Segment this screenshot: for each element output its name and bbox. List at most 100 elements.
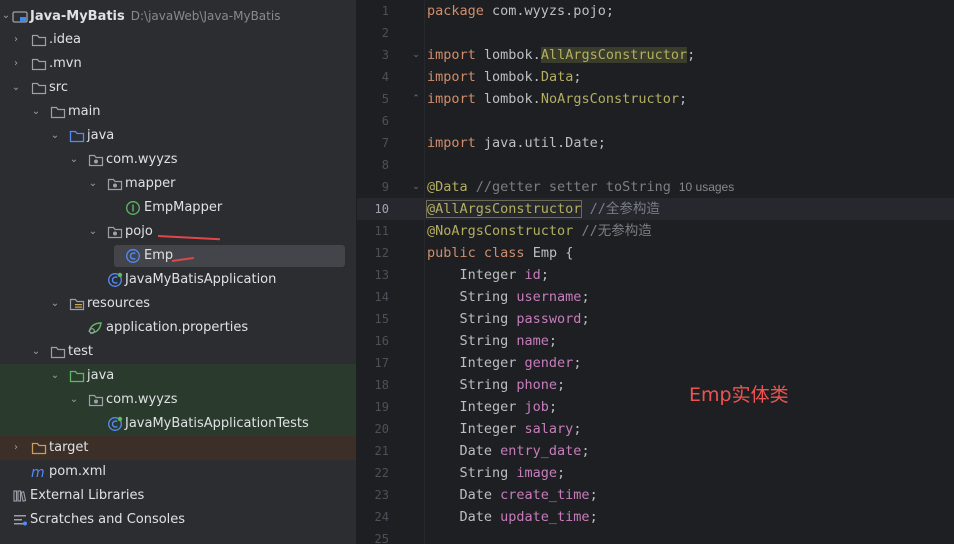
tree-row-pojo[interactable]: ⌄ pojo [0, 220, 356, 244]
chevron-down-icon[interactable]: ⌄ [87, 172, 99, 196]
code-line[interactable]: 1 package com.wyyzs.pojo; [357, 0, 954, 22]
code-line[interactable]: 15 String password; [357, 308, 954, 330]
chevron-down-icon[interactable]: ⌄ [49, 124, 61, 148]
tree-row-scratches[interactable]: Scratches and Consoles [0, 508, 356, 532]
class-icon [125, 248, 141, 264]
tree-item-label: test [68, 344, 93, 359]
fold-collapse-icon[interactable]: ⌄ [410, 44, 422, 66]
tree-row-java-sources[interactable]: ⌄ java [0, 124, 356, 148]
code-line[interactable]: 14 String username; [357, 286, 954, 308]
tree-row-mvn[interactable]: › .mvn [0, 52, 356, 76]
tree-row-application[interactable]: JavaMyBatisApplication [0, 268, 356, 292]
line-number: 3 [381, 48, 389, 62]
tree-row-package[interactable]: ⌄ com.wyyzs [0, 148, 356, 172]
code-text: import lombok.NoArgsConstructor; [427, 91, 688, 107]
chevron-down-icon[interactable]: ⌄ [49, 364, 61, 388]
chevron-right-icon[interactable]: › [10, 28, 22, 52]
code-line[interactable]: 13 Integer id; [357, 264, 954, 286]
line-number: 1 [381, 4, 389, 18]
chevron-down-icon[interactable]: ⌄ [49, 292, 61, 316]
chevron-down-icon[interactable]: ⌄ [30, 100, 42, 124]
package-icon [107, 224, 123, 240]
folder-icon [31, 32, 47, 48]
line-number: 23 [374, 488, 389, 502]
tree-row-target[interactable]: › target [0, 436, 356, 460]
code-line[interactable]: 11 @NoArgsConstructor //无参构造 [357, 220, 954, 242]
code-line[interactable]: 2 [357, 22, 954, 44]
code-text: package com.wyyzs.pojo; [427, 3, 614, 19]
code-line[interactable]: 17 Integer gender; [357, 352, 954, 374]
tree-row-project-root[interactable]: ⌄ Java-MyBatis D:\javaWeb\Java-MyBatis [0, 4, 356, 28]
tree-row-application-tests[interactable]: JavaMyBatisApplicationTests [0, 412, 356, 436]
tree-item-label: resources [87, 296, 151, 311]
code-line-current[interactable]: 10 @AllArgsConstructor //全参构造 [357, 198, 954, 220]
code-line[interactable]: 21 Date entry_date; [357, 440, 954, 462]
code-line[interactable]: 20 Integer salary; [357, 418, 954, 440]
folder-icon [50, 104, 66, 120]
line-number: 11 [374, 224, 389, 238]
package-icon [88, 152, 104, 168]
code-line[interactable]: 3 ⌄ import lombok.AllArgsConstructor; [357, 44, 954, 66]
tree-row-test[interactable]: ⌄ test [0, 340, 356, 364]
spring-class-icon [107, 272, 123, 288]
tree-row-external-libraries[interactable]: External Libraries [0, 484, 356, 508]
code-line[interactable]: 25 [357, 528, 954, 544]
code-line[interactable]: 5 ⌃ import lombok.NoArgsConstructor; [357, 88, 954, 110]
chevron-down-icon[interactable]: ⌄ [0, 4, 12, 28]
chevron-down-icon[interactable]: ⌄ [68, 388, 80, 412]
chevron-down-icon[interactable]: ⌄ [68, 148, 80, 172]
chevron-right-icon[interactable]: › [10, 52, 22, 76]
chevron-down-icon[interactable]: ⌄ [30, 340, 42, 364]
scratches-icon [12, 512, 28, 528]
code-line[interactable]: 4 import lombok.Data; [357, 66, 954, 88]
code-line[interactable]: 22 String image; [357, 462, 954, 484]
folder-icon [31, 80, 47, 96]
libraries-icon [12, 488, 28, 504]
tree-row-test-package[interactable]: ⌄ com.wyyzs [0, 388, 356, 412]
fold-collapse-icon[interactable]: ⌄ [410, 176, 422, 198]
chevron-down-icon[interactable]: ⌄ [87, 220, 99, 244]
chevron-down-icon[interactable]: ⌄ [10, 76, 22, 100]
properties-file-icon [87, 320, 103, 336]
tree-row-resources[interactable]: ⌄ resources [0, 292, 356, 316]
code-line[interactable]: 18 String phone; [357, 374, 954, 396]
source-folder-icon [69, 128, 85, 144]
tree-item-label: application.properties [106, 320, 249, 335]
line-number: 25 [374, 532, 389, 544]
tree-row-pom[interactable]: m pom.xml [0, 460, 356, 484]
code-text: @NoArgsConstructor //无参构造 [427, 223, 652, 239]
code-line[interactable]: 9 ⌄ @Data //getter setter toString 10 usa… [357, 176, 954, 198]
tree-row-empmapper[interactable]: EmpMapper [0, 196, 356, 220]
chevron-right-icon[interactable]: › [10, 436, 22, 460]
tree-item-label: mapper [125, 176, 176, 191]
interface-icon [125, 200, 141, 216]
line-number: 2 [381, 26, 389, 40]
tree-row-java-tests[interactable]: ⌄ java [0, 364, 356, 388]
tree-row-main[interactable]: ⌄ main [0, 100, 356, 124]
tree-row-idea[interactable]: › .idea [0, 28, 356, 52]
tree-item-label: pom.xml [49, 464, 106, 479]
usages-hint[interactable]: 10 usages [679, 180, 734, 194]
code-line[interactable]: 12 public class Emp { [357, 242, 954, 264]
line-number: 9 [381, 180, 389, 194]
code-text: String username; [427, 289, 590, 305]
code-line[interactable]: 8 [357, 154, 954, 176]
code-line[interactable]: 19 Integer job; [357, 396, 954, 418]
tree-row-properties[interactable]: application.properties [0, 316, 356, 340]
code-line[interactable]: 24 Date update_time; [357, 506, 954, 528]
code-text: import lombok.Data; [427, 69, 582, 85]
tree-row-mapper[interactable]: ⌄ mapper [0, 172, 356, 196]
code-editor[interactable]: 1 package com.wyyzs.pojo; 2 3 ⌄ import l… [357, 0, 954, 544]
code-text: Integer gender; [427, 355, 582, 371]
fold-end-icon[interactable]: ⌃ [410, 88, 422, 110]
code-line[interactable]: 6 [357, 110, 954, 132]
tree-row-src[interactable]: ⌄ src [0, 76, 356, 100]
tree-row-emp[interactable]: Emp [0, 244, 356, 268]
tree-item-label: java [87, 128, 115, 143]
code-text: String password; [427, 311, 590, 327]
code-line[interactable]: 7 import java.util.Date; [357, 132, 954, 154]
tree-item-label: src [49, 80, 68, 95]
line-number: 4 [381, 70, 389, 84]
code-line[interactable]: 16 String name; [357, 330, 954, 352]
code-line[interactable]: 23 Date create_time; [357, 484, 954, 506]
